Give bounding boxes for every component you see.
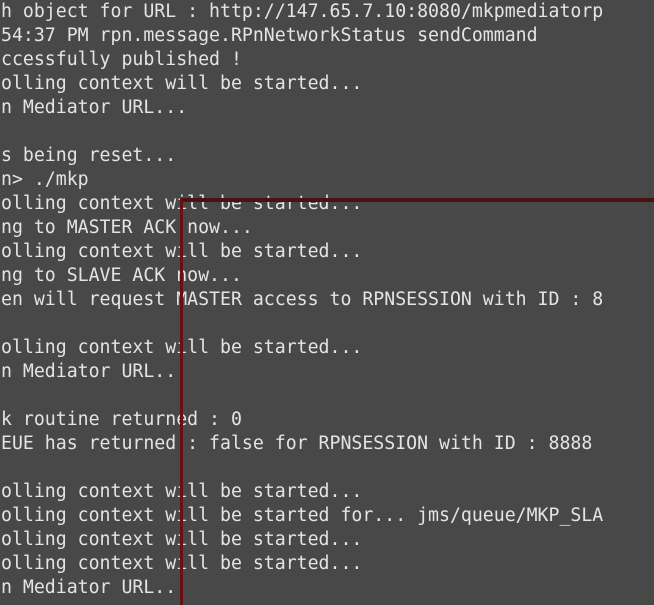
terminal-line: n> ./mkp — [1, 169, 89, 190]
terminal-line: olling context will be started... — [1, 553, 363, 574]
terminal-line: EUE has returned : false for RPNSESSION … — [1, 433, 593, 454]
terminal-line: k routine returned : 0 — [1, 409, 242, 430]
terminal-line: 54:37 PM rpn.message.RPnNetworkStatus se… — [1, 25, 538, 46]
terminal-window[interactable]: h object for URL : http://147.65.7.10:80… — [0, 0, 654, 605]
terminal-line: olling context will be started for... jm… — [1, 505, 604, 526]
terminal-line: n Mediator URL... — [1, 97, 188, 118]
terminal-line: olling context will be started... — [1, 481, 363, 502]
terminal-line: olling context will be started... — [1, 529, 363, 550]
terminal-line: olling context will be started... — [1, 337, 363, 358]
selection-rectangle-left-edge — [180, 198, 183, 605]
terminal-line: olling context will be started... — [1, 193, 363, 214]
terminal-line: en will request MASTER access to RPNSESS… — [1, 289, 604, 310]
terminal-output: h object for URL : http://147.65.7.10:80… — [1, 0, 603, 600]
terminal-line: ng to SLAVE ACK now... — [1, 265, 242, 286]
selection-rectangle-top-edge — [180, 198, 654, 202]
terminal-line: ng to MASTER ACK now... — [1, 217, 253, 238]
terminal-line: n Mediator URL... — [1, 577, 188, 598]
terminal-line: ccessfully published ! — [1, 49, 242, 70]
terminal-line: s being reset... — [1, 145, 177, 166]
terminal-line: olling context will be started... — [1, 73, 363, 94]
terminal-line: n Mediator URL... — [1, 361, 188, 382]
terminal-line: olling context will be started... — [1, 241, 363, 262]
terminal-line: h object for URL : http://147.65.7.10:80… — [1, 1, 604, 22]
